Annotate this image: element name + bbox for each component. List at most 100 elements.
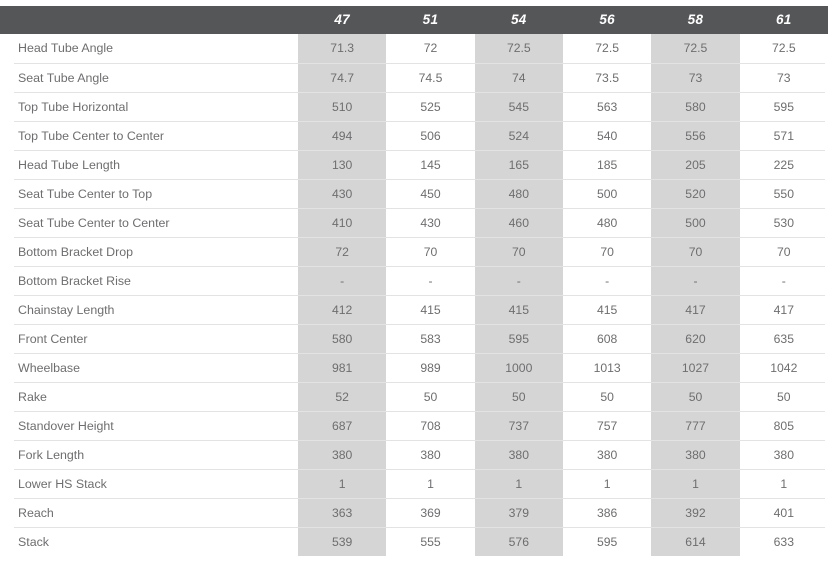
- header-cell-size-47[interactable]: 47: [298, 6, 387, 34]
- data-cell: -: [386, 266, 475, 296]
- data-cell: 430: [298, 179, 387, 209]
- data-cell: 530: [739, 208, 828, 238]
- header-cell-measurement: [0, 6, 298, 34]
- data-cell: 1042: [739, 353, 828, 383]
- data-cell: 430: [386, 208, 475, 238]
- row-label: Chainstay Length: [0, 295, 298, 325]
- row-label: Bottom Bracket Drop: [0, 237, 298, 267]
- data-cell: 524: [474, 121, 563, 151]
- data-cell: 608: [562, 324, 652, 354]
- data-cell: 72.5: [739, 34, 828, 64]
- data-cell: 1000: [474, 353, 563, 383]
- table-row: Bottom Bracket Drop 72 70 70 70 70 70: [0, 237, 828, 267]
- header-row: 47 51 54 56 58 61: [0, 6, 828, 34]
- data-cell: 540: [562, 121, 652, 151]
- data-cell: 50: [386, 382, 475, 412]
- data-cell: 70: [651, 237, 740, 267]
- data-cell: 72: [298, 237, 387, 267]
- row-label: Seat Tube Center to Top: [0, 179, 298, 209]
- header-cell-size-56[interactable]: 56: [562, 6, 652, 34]
- table-row: Front Center 580 583 595 608 620 635: [0, 324, 828, 354]
- table-row: Bottom Bracket Rise - - - - - -: [0, 266, 828, 296]
- data-cell: 805: [739, 411, 828, 441]
- row-label: Reach: [0, 498, 298, 528]
- data-cell: 412: [298, 295, 387, 325]
- data-cell: 70: [739, 237, 828, 267]
- data-cell: 70: [562, 237, 652, 267]
- row-label: Rake: [0, 382, 298, 412]
- data-cell: 480: [474, 179, 563, 209]
- data-cell: 415: [474, 295, 563, 325]
- data-cell: 72.5: [651, 34, 740, 64]
- table-row: Head Tube Angle 71.3 72 72.5 72.5 72.5 72.5: [0, 34, 828, 64]
- data-cell: 576: [474, 527, 563, 556]
- header-cell-size-54[interactable]: 54: [474, 6, 563, 34]
- data-cell: 363: [298, 498, 387, 528]
- data-cell: 1013: [562, 353, 652, 383]
- data-cell: 506: [386, 121, 475, 151]
- data-cell: 50: [739, 382, 828, 412]
- data-cell: 450: [386, 179, 475, 209]
- data-cell: 71.3: [298, 34, 387, 64]
- data-cell: 165: [474, 150, 563, 180]
- data-cell: 417: [739, 295, 828, 325]
- data-cell: 70: [474, 237, 563, 267]
- data-cell: 73.5: [562, 63, 652, 93]
- data-cell: 757: [562, 411, 652, 441]
- data-cell: 520: [651, 179, 740, 209]
- data-cell: 74.5: [386, 63, 475, 93]
- data-cell: 595: [474, 324, 563, 354]
- data-cell: 545: [474, 92, 563, 122]
- data-cell: 74: [474, 63, 563, 93]
- table-row: Stack 539 555 576 595 614 633: [0, 527, 828, 556]
- data-cell: 556: [651, 121, 740, 151]
- table-row: Wheelbase 981 989 1000 1013 1027 1042: [0, 353, 828, 383]
- data-cell: 185: [562, 150, 652, 180]
- table-body: Head Tube Angle 71.3 72 72.5 72.5 72.5 72.5 Sea…: [0, 34, 828, 556]
- data-cell: 415: [562, 295, 652, 325]
- data-cell: 480: [562, 208, 652, 238]
- data-cell: 74.7: [298, 63, 387, 93]
- data-cell: 1: [386, 469, 475, 499]
- row-label: Lower HS Stack: [0, 469, 298, 499]
- data-cell: 380: [386, 440, 475, 470]
- data-cell: 130: [298, 150, 387, 180]
- table-row: Lower HS Stack 1 1 1 1 1 1: [0, 469, 828, 499]
- data-cell: -: [739, 266, 828, 296]
- data-cell: 1: [298, 469, 387, 499]
- row-label: Head Tube Angle: [0, 34, 298, 64]
- data-cell: 380: [739, 440, 828, 470]
- header-cell-size-61[interactable]: 61: [739, 6, 828, 34]
- data-cell: 460: [474, 208, 563, 238]
- data-cell: 205: [651, 150, 740, 180]
- data-cell: -: [562, 266, 652, 296]
- data-cell: 1: [562, 469, 652, 499]
- data-cell: 380: [562, 440, 652, 470]
- table-row: Seat Tube Angle 74.7 74.5 74 73.5 73 73: [0, 63, 828, 93]
- data-cell: 73: [651, 63, 740, 93]
- header-cell-size-51[interactable]: 51: [386, 6, 475, 34]
- data-cell: 571: [739, 121, 828, 151]
- row-label: Standover Height: [0, 411, 298, 441]
- data-cell: 225: [739, 150, 828, 180]
- data-cell: 380: [474, 440, 563, 470]
- table-row: Chainstay Length 412 415 415 415 417 417: [0, 295, 828, 325]
- row-label: Seat Tube Center to Center: [0, 208, 298, 238]
- header-cell-size-58[interactable]: 58: [651, 6, 740, 34]
- data-cell: 379: [474, 498, 563, 528]
- data-cell: 380: [651, 440, 740, 470]
- data-cell: 72.5: [474, 34, 563, 64]
- table-row: Seat Tube Center to Top 430 450 480 500 520 55…: [0, 179, 828, 209]
- data-cell: 620: [651, 324, 740, 354]
- data-cell: 525: [386, 92, 475, 122]
- data-cell: 580: [298, 324, 387, 354]
- table-row: Standover Height 687 708 737 757 777 805: [0, 411, 828, 441]
- data-cell: 50: [474, 382, 563, 412]
- row-label: Head Tube Length: [0, 150, 298, 180]
- data-cell: 633: [739, 527, 828, 556]
- data-cell: 989: [386, 353, 475, 383]
- data-cell: 500: [562, 179, 652, 209]
- table-row: Seat Tube Center to Center 410 430 460 480 50…: [0, 208, 828, 238]
- data-cell: 580: [651, 92, 740, 122]
- data-cell: 687: [298, 411, 387, 441]
